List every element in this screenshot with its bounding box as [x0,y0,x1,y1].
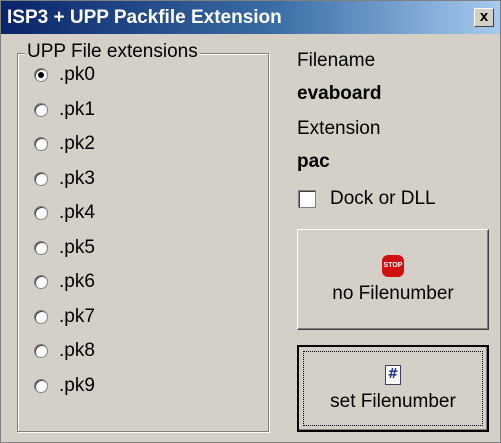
title-bar[interactable]: ISP3 + UPP Packfile Extension x [1,1,500,34]
radio-button[interactable] [34,240,48,255]
radio-option-pk5[interactable]: .pk5 [34,236,95,260]
radio-option-pk8[interactable]: .pk8 [34,339,95,363]
radio-button[interactable] [34,378,48,393]
radio-label: .pk2 [59,133,95,154]
radio-option-pk0[interactable]: .pk0 [34,63,95,87]
filename-label: Filename [297,50,376,71]
extension-label: Extension [297,118,381,139]
radio-option-pk9[interactable]: .pk9 [34,374,95,398]
radio-label: .pk8 [59,340,95,361]
no-filenumber-button[interactable]: STOP no Filenumber [297,229,489,330]
radio-option-pk3[interactable]: .pk3 [34,167,95,191]
radio-button[interactable] [34,137,48,151]
radio-button[interactable] [34,344,48,358]
radio-option-pk6[interactable]: .pk6 [34,270,95,294]
radio-label: .pk0 [59,64,95,85]
radio-button[interactable] [34,68,48,82]
filename-value: evaboard [297,83,382,104]
groupbox-legend: UPP File extensions [25,41,200,63]
radio-button[interactable] [34,275,48,289]
dock-or-dll-label: Dock or DLL [330,188,436,209]
radio-label: .pk3 [59,167,95,189]
radio-label: .pk6 [59,271,95,292]
radio-button[interactable] [34,102,48,117]
radio-option-pk2[interactable]: .pk2 [34,132,95,156]
dialog-window: ISP3 + UPP Packfile Extension x UPP File… [0,0,501,443]
extension-value: pac [297,151,330,172]
stop-icon: STOP [382,254,404,277]
radio-option-pk7[interactable]: .pk7 [34,305,95,329]
close-icon: x [479,8,489,25]
radio-label: .pk4 [59,202,95,223]
radio-option-pk1[interactable]: .pk1 [34,98,95,122]
window-title: ISP3 + UPP Packfile Extension [7,7,282,28]
radio-option-pk4[interactable]: .pk4 [34,201,95,225]
radio-button[interactable] [34,206,48,220]
radio-label: .pk9 [59,374,95,396]
dock-or-dll-checkbox-row[interactable]: Dock or DLL [298,188,436,210]
radio-button[interactable] [34,309,48,324]
no-filenumber-label: no Filenumber [332,282,454,304]
set-filenumber-button[interactable]: # set Filenumber [297,345,489,432]
dock-or-dll-checkbox[interactable] [298,190,316,208]
radio-button[interactable] [34,171,48,186]
radio-label: .pk1 [59,98,95,120]
radio-label: .pk5 [59,236,95,258]
radio-label: .pk7 [59,305,95,327]
close-button[interactable]: x [474,8,494,27]
focus-rectangle [303,351,483,426]
